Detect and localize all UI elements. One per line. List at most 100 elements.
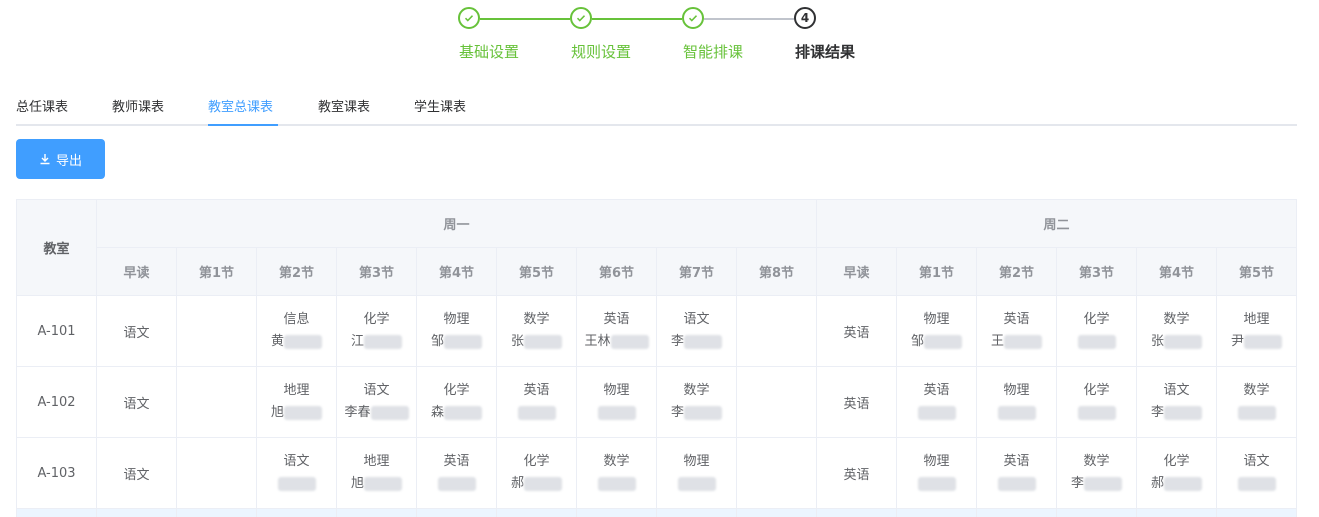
tab-1[interactable]: 教师课表: [112, 96, 164, 115]
subject-label: 地理: [363, 454, 390, 469]
lesson-cell: 化学郝: [1136, 437, 1218, 509]
tab-2[interactable]: 教室总课表: [208, 96, 273, 115]
redacted-name: [597, 405, 636, 420]
teacher-label: [578, 473, 656, 495]
lesson-cell: 语文: [1216, 437, 1297, 509]
tab-3[interactable]: 教室课表: [318, 96, 370, 115]
redacted-name: [1164, 405, 1203, 420]
lesson-cell: [816, 508, 898, 517]
lesson-cell: 地理尹: [1216, 295, 1297, 367]
step-connector: [480, 18, 570, 20]
teacher-label: 郝: [1138, 473, 1216, 495]
export-button[interactable]: 导出: [16, 139, 105, 179]
teacher-label: 黄: [258, 331, 336, 353]
lesson-cell: [176, 437, 257, 509]
lesson-cell: 物理邹: [896, 295, 978, 367]
tab-bar: 总任课表 教师课表 教室总课表 教室课表 学生课表: [16, 88, 1297, 126]
teacher-label: 邹: [898, 331, 976, 353]
redacted-name: [597, 476, 636, 491]
lesson-cell: 语文: [96, 437, 177, 509]
step-connector: [704, 18, 794, 20]
lesson-cell: 英语: [816, 437, 898, 509]
subject-label: 物理: [1003, 383, 1030, 398]
teacher-label: 王林: [578, 331, 656, 353]
redacted-name: [684, 405, 722, 420]
room-cell: A-102: [16, 366, 97, 438]
lesson-cell: 化学江: [336, 295, 417, 367]
lesson-cell: [176, 366, 257, 438]
lesson-cell: [256, 508, 337, 517]
teacher-label: 尹: [1218, 331, 1296, 353]
day-header: 周二: [816, 199, 1297, 248]
teacher-label: [978, 473, 1056, 495]
redacted-name: [1164, 476, 1203, 491]
teacher-label: [1058, 402, 1136, 424]
lesson-cell: [416, 508, 497, 517]
period-header: 第3节: [1056, 247, 1138, 296]
teacher-label: 张: [1138, 331, 1216, 353]
lesson-cell: 英语: [416, 437, 497, 509]
subject-label: 数学: [603, 454, 630, 469]
lesson-cell: 英语: [816, 295, 898, 367]
check-icon: [570, 7, 592, 29]
period-header: 第2节: [976, 247, 1058, 296]
subject-label: 英语: [923, 383, 950, 398]
teacher-label: [1058, 331, 1136, 353]
lesson-cell: 英语: [816, 366, 898, 438]
lesson-cell: 物理: [656, 437, 737, 509]
period-header: 早读: [816, 247, 898, 296]
period-header: 第5节: [1216, 247, 1297, 296]
lesson-cell: 数学李: [1056, 437, 1138, 509]
teacher-label: 李春: [338, 402, 416, 424]
lesson-cell: 数学李: [656, 366, 737, 438]
redacted-name: [1164, 334, 1203, 349]
lesson-cell: [576, 508, 657, 517]
lesson-cell: 化学郝: [496, 437, 577, 509]
redacted-name: [1004, 334, 1043, 349]
subject-label: 信息: [283, 312, 310, 327]
redacted-name: [517, 405, 556, 420]
redacted-name: [684, 334, 722, 349]
subject-label: 物理: [443, 312, 470, 327]
table-row: A-101 语文 信息黄化学江物理邹数学张英语 王林 语文李英语 物理邹英语王化学 数学张地…: [16, 295, 1297, 367]
lesson-cell: 地理旭: [336, 437, 417, 509]
teacher-label: [978, 402, 1056, 424]
period-header: 第1节: [176, 247, 257, 296]
subject-label: 数学: [683, 383, 710, 398]
teacher-label: 旭: [258, 402, 336, 424]
teacher-label: [898, 402, 976, 424]
subject-label: 语文: [683, 312, 710, 327]
tab-0[interactable]: 总任课表: [16, 96, 68, 115]
redacted-name: [1237, 405, 1276, 420]
download-icon: [39, 153, 51, 165]
teacher-label: 森: [418, 402, 496, 424]
lesson-cell: [735, 366, 818, 438]
lesson-cell: 英语: [976, 437, 1058, 509]
lesson-cell: 语文: [256, 437, 337, 509]
lesson-cell: 物理: [576, 366, 657, 438]
redacted-name: [444, 405, 482, 420]
period-header: 第5节: [496, 247, 577, 296]
check-icon: [458, 7, 480, 29]
redacted-name: [677, 476, 716, 491]
lesson-cell: 物理: [976, 366, 1058, 438]
redacted-name: [917, 405, 956, 420]
lesson-cell: 数学: [576, 437, 657, 509]
teacher-label: [498, 402, 576, 424]
subject-label: 化学: [523, 454, 550, 469]
subject-label: 语文: [363, 383, 390, 398]
subject-label: 语文: [283, 454, 310, 469]
teacher-label: 李: [1138, 402, 1216, 424]
redacted-name: [1084, 476, 1123, 491]
teacher-label: 张: [498, 331, 576, 353]
period-header: 第1节: [896, 247, 978, 296]
redacted-name: [444, 334, 482, 349]
lesson-cell: 数学: [1216, 366, 1297, 438]
lesson-cell: 化学森: [416, 366, 497, 438]
subject-label: 英语: [443, 454, 470, 469]
export-button-label: 导出: [55, 153, 82, 169]
lesson-cell: [1136, 508, 1218, 517]
tab-4[interactable]: 学生课表: [414, 96, 466, 115]
period-header: 第2节: [256, 247, 337, 296]
redacted-name: [1077, 405, 1116, 420]
